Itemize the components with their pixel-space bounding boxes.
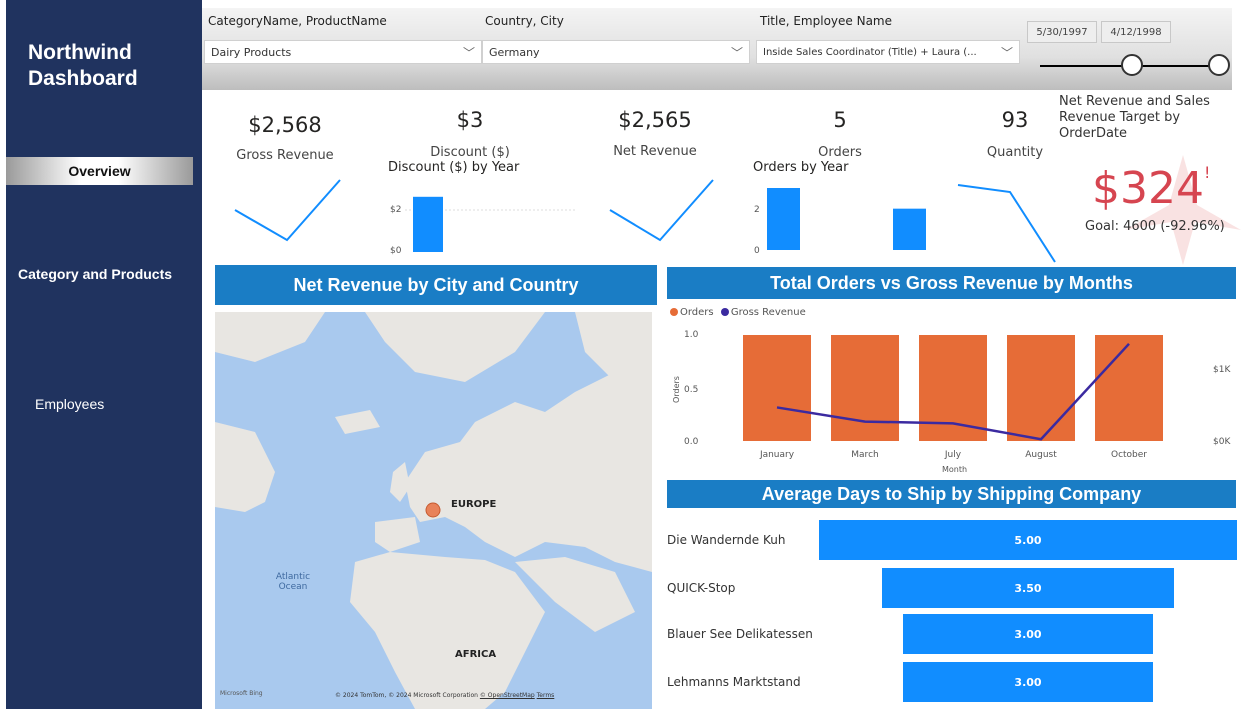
orders-y-axis-label: Orders [671, 376, 681, 403]
month-tick-label: July [944, 450, 962, 460]
employee-filter-dropdown[interactable]: Inside Sales Coordinator (Title) + Laura… [756, 40, 1020, 64]
ship-company-label: Blauer See Delikatessen [667, 627, 813, 641]
employee-filter-label: Title, Employee Name [760, 14, 892, 28]
orders-chart-legend: Orders Gross Revenue [670, 307, 806, 318]
date-to-input[interactable]: 4/12/1998 [1101, 21, 1171, 43]
orders-bar [831, 335, 899, 441]
country-filter-label: Country, City [485, 14, 564, 28]
ship-company-label: QUICK-Stop [667, 581, 736, 595]
quantity-sparkline [957, 184, 1056, 263]
ship-company-label: Lehmanns Marktstand [667, 675, 801, 689]
gross-revenue-value: $2,568 [248, 113, 322, 137]
legend-revenue-label: Gross Revenue [730, 307, 806, 318]
orders-bar [1007, 335, 1075, 441]
gross-revenue-sparkline [234, 179, 341, 242]
orders-x-axis-label: Month [942, 465, 968, 474]
map-label-ocean: Atlantic Ocean [275, 572, 311, 592]
orders-chart-title: Orders by Year [753, 160, 849, 175]
map-panel-title: Net Revenue by City and Country [215, 265, 657, 305]
ship-days-bar: 3.00 [902, 662, 1154, 702]
legend-revenue-marker [720, 308, 729, 316]
left-tick-2: 0.5 [684, 385, 699, 395]
left-tick-3: 0.0 [684, 437, 699, 447]
orders-vs-revenue-chart: January March July August October [743, 335, 1163, 460]
left-tick-1: 1.0 [684, 330, 699, 340]
orders-tick-top: 2 [754, 205, 760, 215]
chevron-down-icon: ﹀ [462, 46, 475, 60]
gross-revenue-label: Gross Revenue [236, 148, 334, 163]
ship-days-bar: 5.00 [819, 520, 1237, 560]
orders-year-bar [893, 208, 926, 250]
sidebar: Northwind Dashboard [6, 0, 202, 709]
month-tick-label: August [1025, 450, 1057, 460]
right-tick-2: $0K [1213, 437, 1231, 447]
month-tick-label: March [851, 450, 878, 460]
discount-label: Discount ($) [430, 145, 510, 160]
dashboard-title: Northwind Dashboard [28, 41, 138, 90]
nav-item-employees[interactable]: Employees [35, 396, 104, 412]
employee-filter-value: Inside Sales Coordinator (Title) + Laura… [763, 46, 977, 58]
net-revenue-value: $2,565 [618, 108, 692, 132]
orders-year-bar [767, 188, 800, 250]
discount-bar [413, 196, 443, 252]
country-filter-dropdown[interactable]: Germany ﹀ [482, 40, 750, 64]
world-map-graphic [215, 312, 652, 709]
legend-orders-label: Orders [680, 307, 714, 318]
discount-tick-bottom: $0 [390, 246, 402, 256]
net-revenue-sparkline [609, 179, 714, 242]
category-filter-label: CategoryName, ProductName [208, 14, 387, 28]
revenue-map[interactable]: EUROPE AFRICA Atlantic Ocean Microsoft B… [215, 312, 652, 709]
alert-icon: ! [1203, 163, 1211, 182]
date-slider-end-handle[interactable] [1208, 54, 1230, 76]
orders-bar [1095, 335, 1163, 441]
discount-chart-title: Discount ($) by Year [388, 160, 520, 175]
nav-item-category-products[interactable]: Category and Products [18, 266, 172, 282]
map-label-africa: AFRICA [455, 649, 497, 660]
discount-tick-top: $2 [390, 205, 402, 215]
legend-orders-marker [670, 308, 678, 316]
ship-panel-title: Average Days to Ship by Shipping Company [667, 480, 1236, 508]
month-tick-label: January [759, 450, 795, 460]
terms-link[interactable]: Terms [537, 692, 555, 699]
category-filter-value: Dairy Products [211, 45, 292, 59]
discount-value: $3 [456, 108, 484, 132]
discount-by-year-chart [405, 196, 575, 252]
quantity-label: Quantity [986, 145, 1044, 160]
quantity-value: 93 [1001, 108, 1029, 132]
net-revenue-label: Net Revenue [613, 144, 697, 159]
orders-panel-title: Total Orders vs Gross Revenue by Months [667, 267, 1236, 299]
date-from-input[interactable]: 5/30/1997 [1027, 21, 1097, 43]
orders-tick-bottom: 0 [754, 246, 760, 256]
orders-by-year-chart [767, 188, 926, 250]
bing-logo: Microsoft Bing [220, 690, 263, 697]
map-label-europe: EUROPE [451, 499, 497, 510]
right-tick-1: $1K [1213, 365, 1231, 375]
category-filter-dropdown[interactable]: Dairy Products ﹀ [204, 40, 482, 64]
orders-value: 5 [833, 108, 847, 132]
nav-item-overview[interactable]: Overview [6, 157, 193, 185]
target-card-title: Net Revenue and Sales Revenue Target by … [1059, 94, 1210, 141]
date-slider-start-handle[interactable] [1121, 54, 1143, 76]
orders-label: Orders [818, 145, 862, 160]
target-value: $324! [1092, 163, 1211, 214]
orders-bar [743, 335, 811, 441]
month-tick-label: October [1111, 450, 1147, 460]
ship-company-label: Die Wandernde Kuh [667, 533, 786, 547]
map-attribution: © 2024 TomTom, © 2024 Microsoft Corporat… [335, 692, 555, 699]
osm-link[interactable]: © OpenStreetMap [480, 692, 535, 699]
target-goal: Goal: 4600 (-92.96%) [1085, 219, 1225, 234]
chevron-down-icon: ﹀ [730, 46, 743, 60]
chevron-down-icon: ﹀ [1000, 46, 1013, 60]
ship-days-bar: 3.50 [881, 568, 1175, 608]
country-filter-value: Germany [489, 45, 540, 59]
orders-bar [919, 335, 987, 441]
ship-days-bar: 3.00 [902, 614, 1154, 654]
